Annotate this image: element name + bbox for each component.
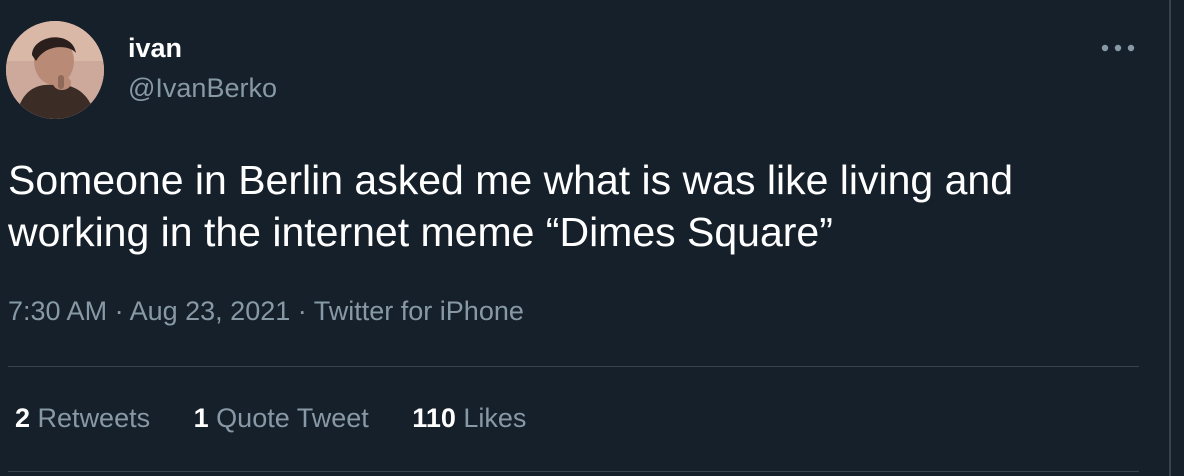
- more-options-button[interactable]: [1096, 30, 1140, 66]
- author-display-name[interactable]: ivan: [128, 33, 182, 64]
- avatar[interactable]: [6, 21, 104, 119]
- quote-tweets-label: Quote Tweet: [216, 403, 369, 433]
- tweet-source[interactable]: Twitter for iPhone: [314, 296, 524, 326]
- tweet-metadata: 7:30 AM · Aug 23, 2021 · Twitter for iPh…: [8, 296, 524, 327]
- tweet-time[interactable]: 7:30 AM: [8, 296, 107, 326]
- divider: [8, 471, 1139, 472]
- quote-tweets-stat[interactable]: 1 Quote Tweet: [194, 403, 369, 434]
- more-horizontal-icon: [1101, 44, 1135, 52]
- engagement-stats: 2 Retweets 1 Quote Tweet 110 Likes: [15, 403, 562, 434]
- retweets-stat[interactable]: 2 Retweets: [15, 403, 150, 434]
- divider: [8, 366, 1139, 367]
- retweets-count: 2: [15, 403, 31, 433]
- meta-separator: ·: [114, 296, 124, 326]
- meta-separator: ·: [297, 296, 307, 326]
- tweet-text: Someone in Berlin asked me what is was l…: [8, 157, 1014, 255]
- avatar-photo: [6, 21, 104, 119]
- author-handle[interactable]: @IvanBerko: [128, 73, 277, 104]
- quote-tweets-count: 1: [193, 403, 209, 433]
- likes-count: 110: [412, 403, 456, 433]
- tweet-detail: ivan @IvanBerko Someone in Berlin asked …: [0, 0, 1184, 476]
- likes-label: Likes: [463, 403, 527, 433]
- retweets-label: Retweets: [37, 403, 151, 433]
- likes-stat[interactable]: 110 Likes: [412, 403, 526, 434]
- tweet-date[interactable]: Aug 23, 2021: [130, 296, 291, 326]
- column-border: [1169, 0, 1171, 476]
